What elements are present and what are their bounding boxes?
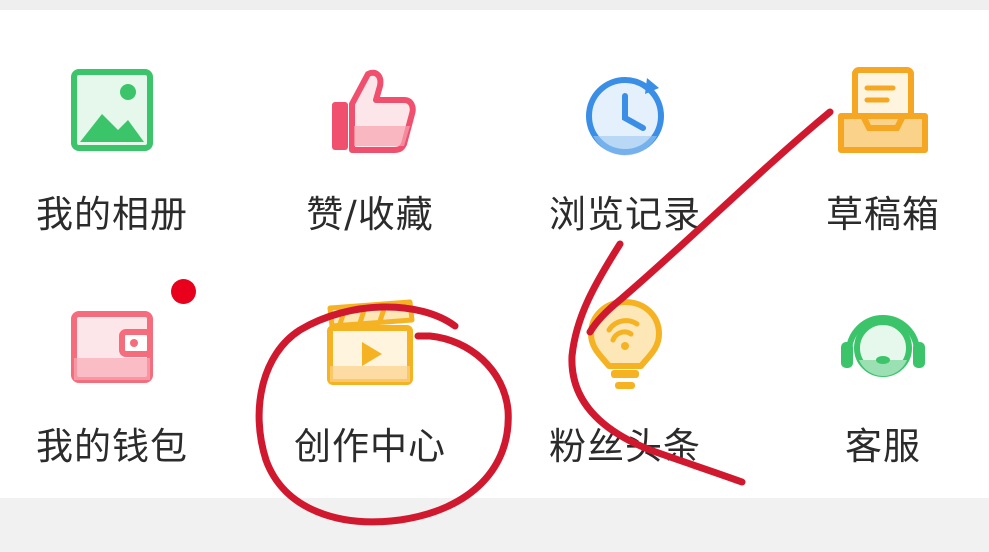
menu-panel: 我的相册 赞/收藏 浏览记录 草稿箱 我的钱包 创作中心 粉丝头条 客服 [0, 10, 989, 498]
fans-headline-bulb-icon [575, 294, 675, 394]
menu-item-browse-history[interactable]: 浏览记录 [505, 10, 745, 236]
menu-item-photo-album[interactable]: 我的相册 [0, 10, 232, 236]
menu-item-label: 我的钱包 [36, 425, 188, 468]
wallet-notification-badge [171, 279, 196, 304]
menu-item-label: 客服 [845, 425, 921, 468]
menu-item-creation-center[interactable]: 创作中心 [250, 242, 490, 468]
wallet-icon [62, 294, 162, 394]
menu-item-label: 粉丝头条 [549, 425, 701, 468]
customer-service-headset-icon [833, 294, 933, 394]
bottom-separator [0, 498, 989, 552]
menu-item-likes-favorites[interactable]: 赞/收藏 [250, 10, 490, 236]
top-separator [0, 0, 989, 10]
thumbs-up-icon [320, 62, 420, 162]
menu-item-drafts[interactable]: 草稿箱 [763, 10, 989, 236]
history-clock-icon [575, 62, 675, 162]
menu-item-fans-headline[interactable]: 粉丝头条 [505, 242, 745, 468]
menu-item-customer-service[interactable]: 客服 [763, 242, 989, 468]
menu-item-label: 浏览记录 [549, 193, 701, 236]
menu-item-wallet[interactable]: 我的钱包 [0, 242, 232, 468]
menu-grid: 我的相册 赞/收藏 浏览记录 草稿箱 我的钱包 创作中心 粉丝头条 客服 [0, 10, 989, 498]
photo-album-icon [62, 62, 162, 162]
menu-item-label: 草稿箱 [826, 193, 940, 236]
menu-item-label: 赞/收藏 [306, 193, 434, 236]
menu-item-label: 我的相册 [36, 193, 188, 236]
creation-clapperboard-icon [320, 294, 420, 394]
menu-item-label: 创作中心 [294, 425, 446, 468]
drafts-tray-icon [833, 62, 933, 162]
